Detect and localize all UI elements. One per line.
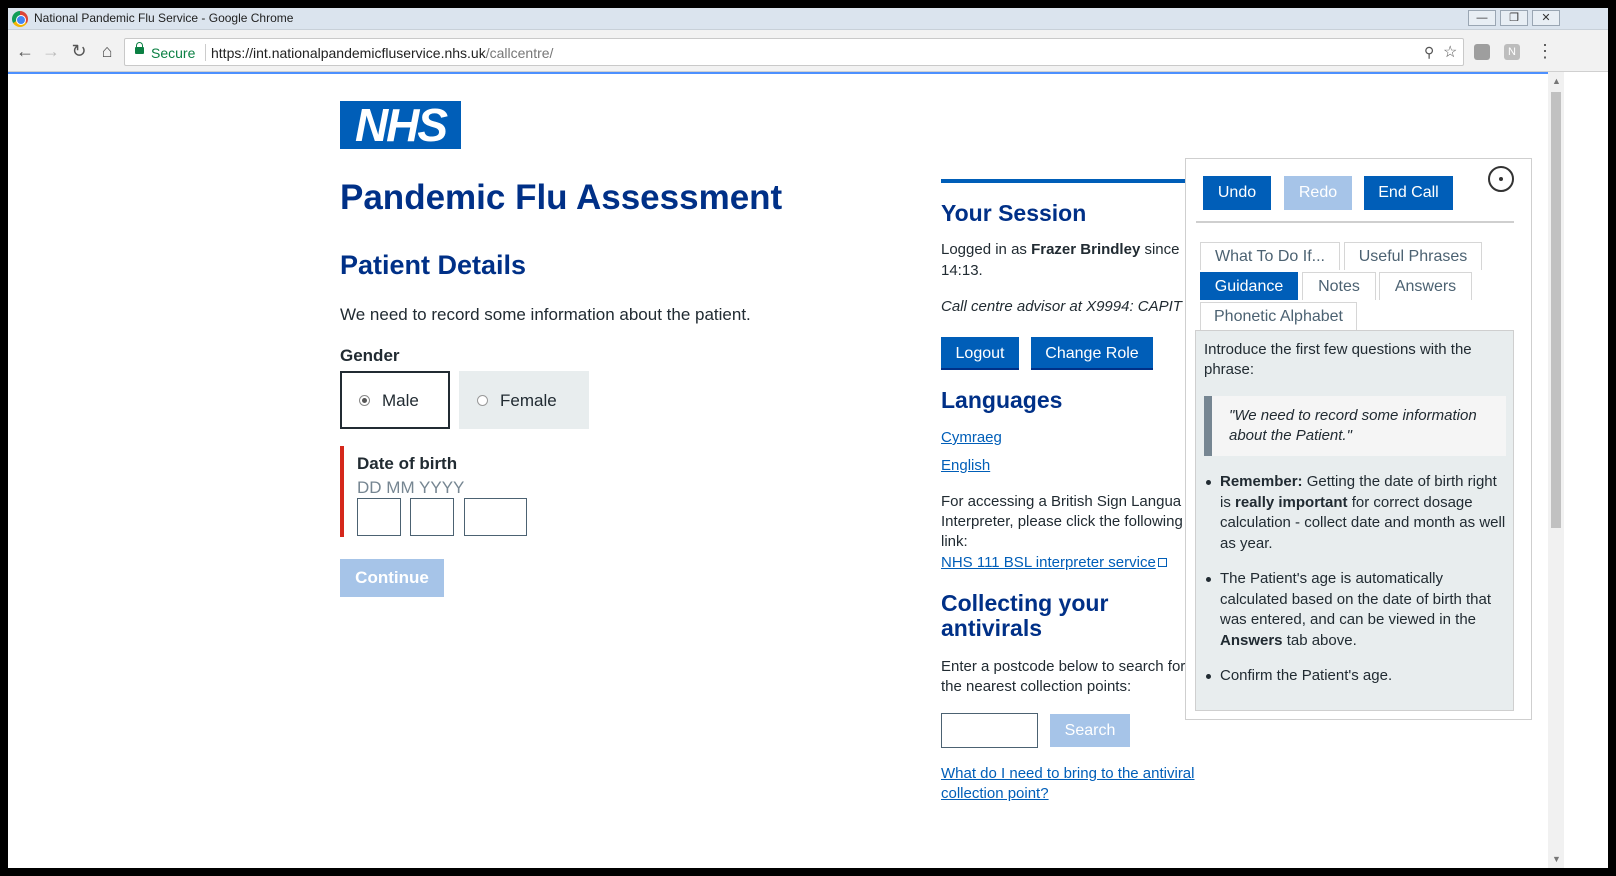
session-top-rule: [941, 179, 1211, 183]
scroll-up-icon[interactable]: ▲: [1552, 76, 1561, 86]
error-indicator-bar: [340, 446, 344, 537]
reload-icon[interactable]: ↻: [68, 40, 90, 62]
section-title: Patient Details: [340, 250, 527, 280]
bsl-link-label: NHS 111 BSL interpreter service: [941, 554, 1156, 571]
external-link-icon: [1157, 558, 1167, 567]
guidance-list: Remember: Getting the date of birth righ…: [1204, 472, 1509, 702]
logged-suffix: since: [1140, 241, 1180, 258]
scrollbar-thumb[interactable]: [1551, 92, 1561, 528]
forward-arrow-icon[interactable]: →: [40, 40, 62, 62]
dob-label: Date of birth: [357, 454, 458, 473]
list-item: Remember: Getting the date of birth righ…: [1204, 472, 1509, 554]
user-role: Call centre advisor at X9994: CAPIT: [941, 298, 1182, 315]
gender-female-option[interactable]: Female: [459, 371, 589, 429]
back-arrow-icon[interactable]: ←: [14, 40, 36, 62]
undo-button[interactable]: Undo: [1203, 176, 1271, 210]
languages-heading: Languages: [941, 387, 1063, 413]
dob-day-input[interactable]: [357, 498, 401, 536]
chrome-logo-icon: [12, 11, 28, 27]
close-button[interactable]: ✕: [1532, 10, 1560, 26]
what-to-bring-link[interactable]: What do I need to bring to the antiviral: [941, 764, 1194, 784]
secure-label: Secure: [151, 45, 196, 61]
menu-dots-icon[interactable]: ⋮: [1536, 40, 1554, 62]
scroll-down-icon[interactable]: ▼: [1552, 854, 1561, 864]
change-role-button[interactable]: Change Role: [1031, 337, 1153, 370]
language-link-english[interactable]: English: [941, 456, 990, 476]
bookmark-star-icon[interactable]: ☆: [1443, 42, 1457, 62]
gender-female-label: Female: [500, 391, 557, 410]
bsl-interpreter-link[interactable]: NHS 111 BSL interpreter service: [941, 553, 1167, 573]
extension-icon[interactable]: [1474, 44, 1490, 60]
logout-button[interactable]: Logout: [941, 337, 1019, 370]
home-icon[interactable]: ⌂: [96, 40, 118, 62]
item-bold: Remember:: [1220, 473, 1303, 490]
bsl-text-line: For accessing a British Sign Langua: [941, 493, 1182, 510]
postcode-instructions: the nearest collection points:: [941, 678, 1132, 695]
item-text: The Patient's age is automatically calcu…: [1220, 570, 1492, 628]
what-to-bring-link[interactable]: collection point?: [941, 784, 1049, 804]
continue-button[interactable]: Continue: [340, 559, 444, 597]
browser-window: National Pandemic Flu Service - Google C…: [8, 8, 1608, 868]
redo-button[interactable]: Redo: [1284, 176, 1352, 210]
guidance-content: Introduce the first few questions with t…: [1195, 330, 1514, 711]
language-link-cymraeg[interactable]: Cymraeg: [941, 428, 1002, 448]
bsl-text-line: Interpreter, please click the following: [941, 513, 1183, 530]
tab-answers[interactable]: Answers: [1379, 272, 1472, 300]
list-item: The Patient's age is automatically calcu…: [1204, 569, 1509, 651]
panel-divider: [1196, 221, 1514, 223]
title-bar: National Pandemic Flu Service - Google C…: [8, 8, 1608, 30]
url-divider: [205, 44, 206, 61]
gender-male-label: Male: [382, 391, 419, 410]
user-name: Frazer Brindley: [1031, 241, 1141, 258]
tab-what-to-do-if[interactable]: What To Do If...: [1200, 242, 1340, 270]
radio-selected-icon[interactable]: [359, 395, 370, 406]
postcode-instructions: Enter a postcode below to search for: [941, 658, 1186, 675]
item-bold: really important: [1235, 493, 1348, 511]
window-title: National Pandemic Flu Service - Google C…: [34, 11, 294, 25]
url-path: /callcentre/: [485, 45, 554, 61]
guidance-quote: "We need to record some information abou…: [1204, 396, 1506, 456]
gender-label: Gender: [340, 346, 400, 365]
maximize-button[interactable]: ❐: [1500, 10, 1528, 26]
page-content: NHS Pandemic Flu Assessment Patient Deta…: [8, 74, 1548, 868]
nhs-logo: NHS: [340, 101, 461, 149]
tab-phonetic-alphabet[interactable]: Phonetic Alphabet: [1200, 302, 1357, 330]
browser-toolbar: ← → ↻ ⌂ Secure https://int.nationalpande…: [8, 30, 1608, 72]
session-heading: Your Session: [941, 200, 1087, 226]
antivirals-heading: Collecting your antivirals: [941, 590, 1109, 641]
dob-month-input[interactable]: [410, 498, 454, 536]
tab-guidance[interactable]: Guidance: [1200, 272, 1298, 300]
call-guidance-panel: Undo Redo End Call What To Do If... Usef…: [1185, 158, 1532, 720]
key-icon[interactable]: ⚲: [1424, 44, 1434, 61]
url-text[interactable]: https://int.nationalpandemicfluservice.n…: [211, 45, 553, 61]
vertical-scrollbar[interactable]: ▲ ▼: [1548, 72, 1564, 868]
lock-icon: [135, 42, 144, 54]
settings-icon[interactable]: [1488, 166, 1514, 192]
gender-male-option[interactable]: Male: [340, 371, 450, 429]
address-bar[interactable]: Secure https://int.nationalpandemicfluse…: [124, 38, 1464, 66]
bsl-text-line: link:: [941, 533, 968, 550]
search-button[interactable]: Search: [1050, 714, 1130, 747]
extension-n-icon[interactable]: N: [1504, 44, 1520, 60]
radio-unselected-icon[interactable]: [477, 395, 488, 406]
tab-notes[interactable]: Notes: [1302, 272, 1376, 300]
url-host: https://int.nationalpandemicfluservice.n…: [211, 45, 486, 61]
login-time: 14:13.: [941, 262, 983, 279]
dob-hint: DD MM YYYY: [357, 478, 465, 497]
page-title: Pandemic Flu Assessment: [340, 178, 783, 217]
end-call-button[interactable]: End Call: [1364, 176, 1453, 210]
intro-text: We need to record some information about…: [340, 305, 751, 324]
list-item: Confirm the Patient's age.: [1204, 666, 1509, 687]
guidance-intro: Introduce the first few questions with t…: [1204, 341, 1472, 378]
logged-in-text: Logged in as Frazer Brindley since: [941, 240, 1179, 260]
item-bold: Answers: [1220, 631, 1283, 649]
item-text: tab above.: [1282, 631, 1357, 649]
minimize-button[interactable]: —: [1468, 10, 1496, 26]
dob-year-input[interactable]: [464, 498, 527, 536]
tab-useful-phrases[interactable]: Useful Phrases: [1344, 242, 1482, 270]
logged-prefix: Logged in as: [941, 241, 1032, 258]
postcode-input[interactable]: [941, 713, 1038, 748]
